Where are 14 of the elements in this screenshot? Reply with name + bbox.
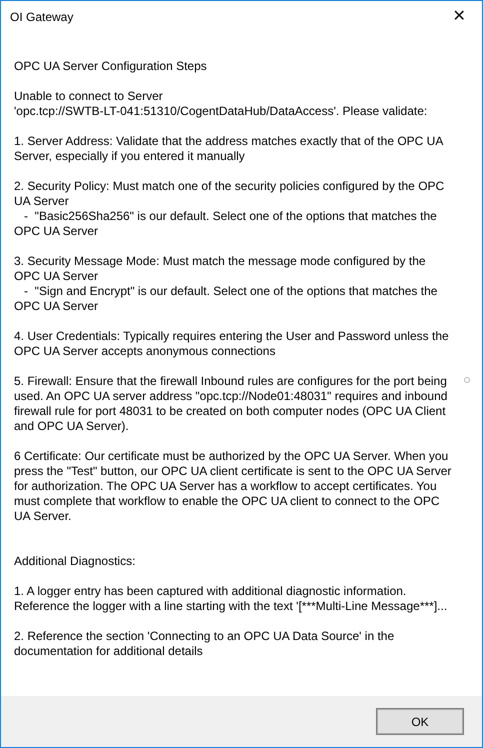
message-paragraph: 6 Certificate: Our certificate must be authorized by the OPC UA Server. When you press the "Test" button, our OPC UA client certificate is sent to the OPC UA Server for authorization. The OPC UA Server has a workflow to accept certificates. You must complete that workflow to enable the OPC UA client to connect to the OPC UA Server. bbox=[14, 449, 452, 524]
message-paragraph: 2. Reference the section 'Connecting to an OPC UA Data Source' in the documentation for additional details bbox=[14, 629, 396, 659]
close-button[interactable]: ✕ bbox=[436, 1, 482, 32]
message-paragraph: 1. Server Address: Validate that the address matches exactly that of the OPC UA Server, especially if you entered it manually bbox=[14, 134, 444, 164]
message-paragraph: 5. Firewall: Ensure that the firewall Inbound rules are configures for the port being used. An OPC UA server address "opc.tcp://Node01:48031" requires and inbound firewall rule for port 48031 to be created on both computer nodes (OPC UA Client and OPC UA Server). bbox=[14, 374, 448, 434]
section-heading: Additional Diagnostics: bbox=[14, 554, 136, 569]
message-paragraph: 1. A logger entry has been captured with additional diagnostic information. Reference the logger with a line starting with the text '[***Multi-Line Message***]... bbox=[14, 584, 448, 614]
message-paragraph: 2. Security Policy: Must match one of the security policies configured by the OPC UA Server - "Basic256Sha256" is our default. Select one of the options that matches the OPC UA Server bbox=[14, 179, 446, 239]
ok-button[interactable]: OK bbox=[377, 709, 463, 734]
message-paragraph: Unable to connect to Server 'opc.tcp://SWTB-LT-041:51310/CogentDataHub/DataAccess'. Please validate: bbox=[14, 89, 428, 119]
message-paragraph: 3. Security Message Mode: Must match the message mode configured by the OPC UA Server - "Sign and Encrypt" is our default. Select one of the options that matches the OPC UA Server bbox=[14, 254, 438, 314]
section-heading: OPC UA Server Configuration Steps bbox=[14, 59, 208, 74]
window-title: OI Gateway bbox=[10, 8, 74, 26]
message-paragraph: 4. User Credentials: Typically requires entering the User and Password unless the OPC UA Server accepts anonymous connections bbox=[14, 329, 450, 359]
